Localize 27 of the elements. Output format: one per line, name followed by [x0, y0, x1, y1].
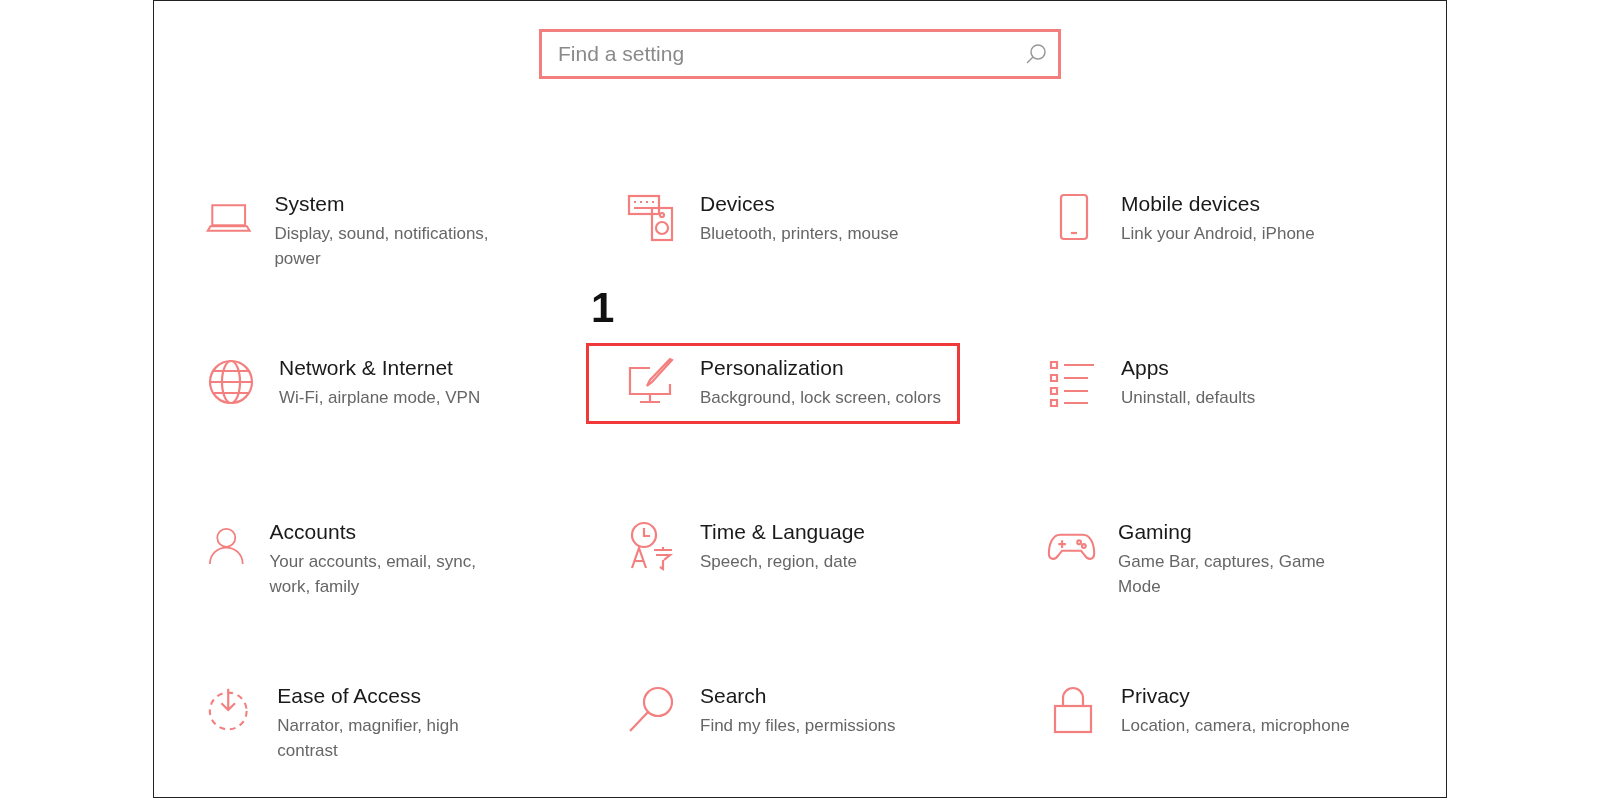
search-icon [1025, 43, 1047, 65]
category-description: Speech, region, date [700, 551, 858, 573]
category-title[interactable]: Network & Internet [279, 356, 481, 380]
category-description: Your accounts, email, sync, work, family [269, 551, 477, 598]
category-description: Uninstall, defaults [1121, 387, 1256, 409]
category-description: Narrator, magnifier, high contrast [277, 715, 460, 762]
category-title[interactable]: Search [700, 684, 896, 708]
category-description: Game Bar, captures, Game Mode [1118, 551, 1326, 598]
category-title[interactable]: Ease of Access [277, 684, 516, 708]
category-title[interactable]: Apps [1121, 356, 1256, 380]
category-title[interactable]: Devices [700, 192, 899, 216]
category-description: Link your Android, iPhone [1121, 223, 1315, 245]
category-title[interactable]: System [274, 192, 516, 216]
category-title[interactable]: Time & Language [700, 520, 865, 544]
category-description: Location, camera, microphone [1121, 715, 1350, 737]
step-number: 1 [591, 284, 615, 332]
search-field[interactable]: Find a setting [539, 29, 1061, 79]
category-title[interactable]: Personalization [700, 356, 941, 380]
category-title[interactable]: Accounts [269, 520, 516, 544]
category-title[interactable]: Mobile devices [1121, 192, 1315, 216]
category-description: Background, lock screen, colors [700, 387, 941, 409]
category-title[interactable]: Privacy [1121, 684, 1350, 708]
category-description: Find my files, permissions [700, 715, 896, 737]
category-description: Wi-Fi, airplane mode, VPN [279, 387, 481, 409]
category-description: Bluetooth, printers, mouse [700, 223, 899, 245]
category-title[interactable]: Gaming [1118, 520, 1358, 544]
category-description: Display, sound, notifications, power [274, 223, 490, 270]
